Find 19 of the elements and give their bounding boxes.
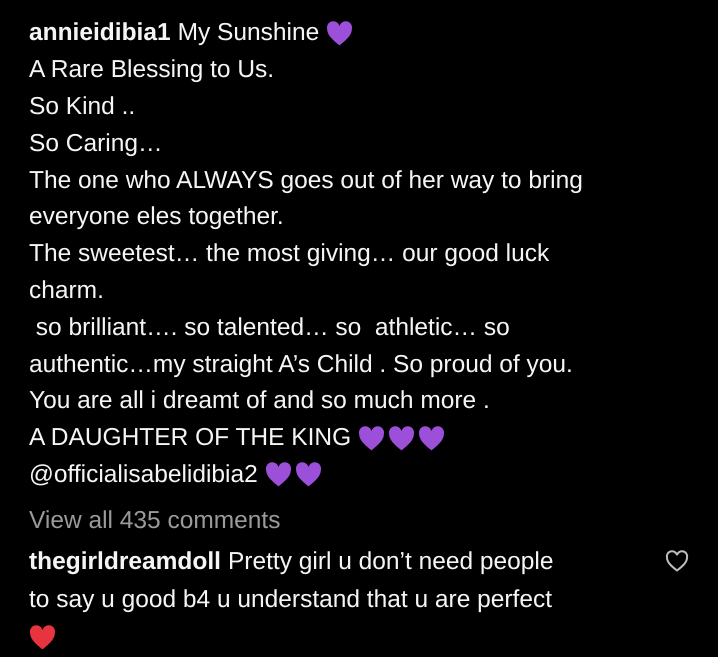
caption-text: charm. (29, 276, 104, 305)
caption-text: The sweetest… the most giving… our good luck (29, 240, 550, 268)
comment-text: to say u good b4 u understand that u are perfect (29, 586, 552, 614)
caption-text: My Sunshine (178, 19, 320, 48)
username[interactable]: thegirldreamdoll (29, 548, 221, 576)
caption-text: You are all i dreamt of and so much more . (29, 387, 490, 416)
caption-text: so brilliant…. so talented… so athletic… so (34, 314, 510, 342)
caption-text: authentic…my straight A’s Child . So proud of you. (29, 350, 573, 379)
caption-text: @officialisabelidibia2 (29, 460, 258, 489)
caption-text: So Kind .. (29, 92, 136, 121)
caption-text: A DAUGHTER OF THE KING (29, 424, 352, 452)
like-icon[interactable] (665, 550, 689, 572)
username[interactable]: annieidibia1 (29, 19, 171, 48)
view-comments-link[interactable]: View all 435 comments (29, 503, 718, 540)
caption-text: A Rare Blessing to Us. (29, 56, 274, 84)
comment-text: Pretty girl u don’t need people (228, 548, 554, 576)
caption-text: everyone eles together. (29, 203, 284, 232)
caption-text: So Caring… (29, 130, 162, 158)
caption-text: The one who ALWAYS goes out of her way to bring (29, 166, 583, 195)
